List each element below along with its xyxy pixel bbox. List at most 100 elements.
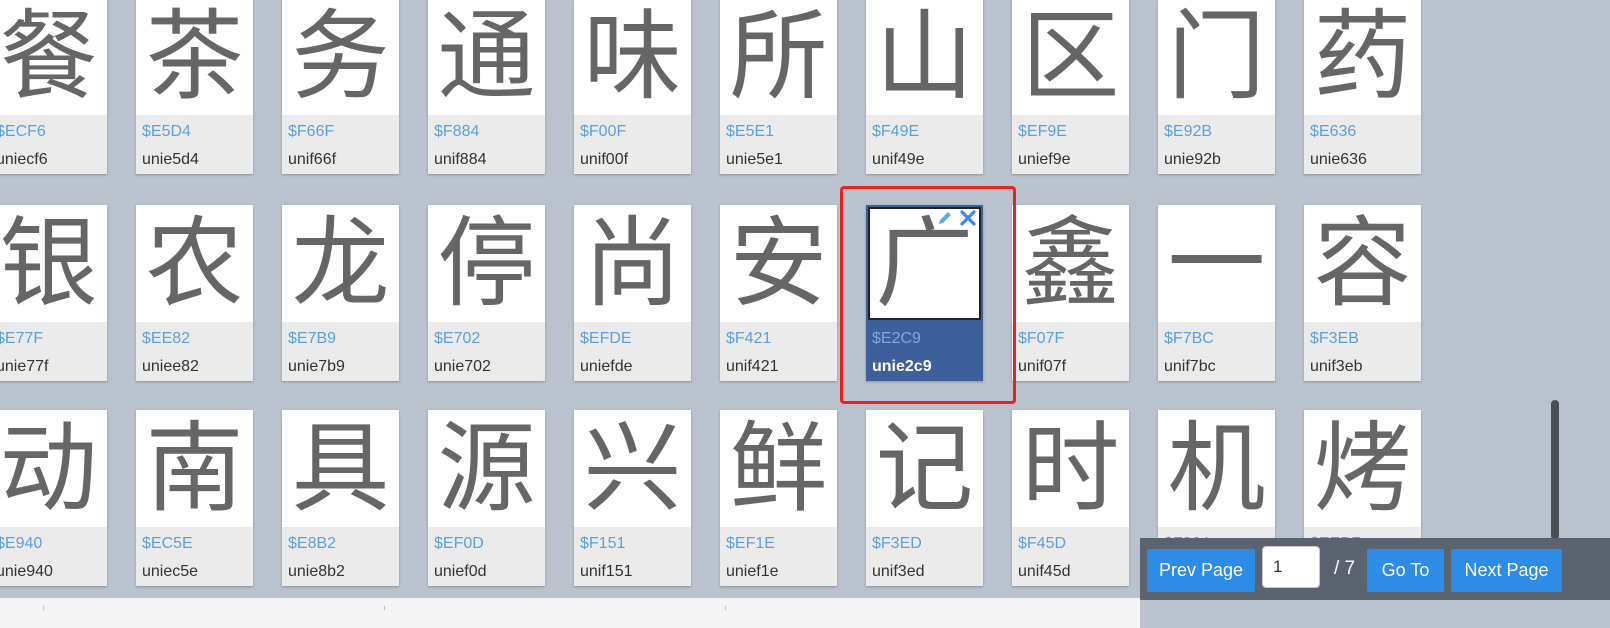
icon-card[interactable]: 安 $F421 unif421 <box>720 205 837 381</box>
icon-card[interactable]: 具 $E8B2 unie8b2 <box>282 410 399 586</box>
glyph-character: 区 <box>1021 0 1120 114</box>
icon-info: $F421 unif421 <box>720 322 837 381</box>
glyph-preview: 烤 <box>1304 410 1421 527</box>
icon-card[interactable]: 餐 $ECF6 uniecf6 <box>0 0 107 174</box>
icon-card[interactable]: 记 $F3ED unif3ed <box>866 410 983 586</box>
icon-info: $F3ED unif3ed <box>866 527 983 586</box>
icon-info: $E5D4 unie5d4 <box>136 115 253 174</box>
icon-grid: 餐 $ECF6 uniecf6 茶 $E5D4 unie5d4 务 $F66F unif66f 通… <box>0 0 1610 628</box>
icon-info: $EFDE uniefde <box>574 322 691 381</box>
icon-info: $E8B2 unie8b2 <box>282 527 399 586</box>
icon-card[interactable]: 源 $EF0D unief0d <box>428 410 545 586</box>
page-number-input[interactable] <box>1262 546 1320 588</box>
icon-card[interactable]: 南 $EC5E uniec5e <box>136 410 253 586</box>
icon-unicode-name: uniee82 <box>142 358 199 375</box>
icon-card[interactable]: 尚 $EFDE uniefde <box>574 205 691 381</box>
icon-info: $E7B9 unie7b9 <box>282 322 399 381</box>
pagination-bar: Prev Page / 7 Go To Next Page <box>1140 538 1610 600</box>
icon-info: $EF9E unief9e <box>1012 115 1129 174</box>
scrollbar-thumb[interactable] <box>1551 400 1559 540</box>
icon-unicode-name: unie702 <box>434 358 491 375</box>
glyph-preview: 兴 <box>574 410 691 527</box>
icon-unicode-name: unie92b <box>1164 151 1221 168</box>
close-icon[interactable] <box>959 209 977 227</box>
icon-code: $E77F <box>0 330 44 347</box>
icon-card[interactable]: 时 $F45D unif45d <box>1012 410 1129 586</box>
glyph-preview: 机 <box>1158 410 1275 527</box>
glyph-preview: 动 <box>0 410 107 527</box>
glyph-character: 时 <box>1021 411 1120 526</box>
prev-page-button[interactable]: Prev Page <box>1147 549 1255 592</box>
icon-card[interactable]: 务 $F66F unif66f <box>282 0 399 174</box>
icon-card[interactable]: 味 $F00F unif00f <box>574 0 691 174</box>
icon-unicode-name: uniecf6 <box>0 151 48 168</box>
glyph-preview: 安 <box>720 205 837 322</box>
go-to-button[interactable]: Go To <box>1367 549 1444 592</box>
pencil-icon[interactable] <box>937 210 953 226</box>
icon-card[interactable]: 一 $F7BC unif7bc <box>1158 205 1275 381</box>
icon-card[interactable]: 茶 $E5D4 unie5d4 <box>136 0 253 174</box>
icon-unicode-name: uniec5e <box>142 563 199 580</box>
icon-card[interactable]: 药 $E636 unie636 <box>1304 0 1421 174</box>
next-page-button[interactable]: Next Page <box>1451 549 1562 592</box>
icon-card[interactable]: 动 $E940 unie940 <box>0 410 107 586</box>
icon-card[interactable]: 兴 $F151 unif151 <box>574 410 691 586</box>
glyph-character: 南 <box>145 411 244 526</box>
icon-card[interactable]: 停 $E702 unie702 <box>428 205 545 381</box>
icon-code: $F884 <box>434 123 480 140</box>
icon-card[interactable]: 龙 $E7B9 unie7b9 <box>282 205 399 381</box>
icon-info: $F07F unif07f <box>1012 322 1129 381</box>
glyph-preview: 容 <box>1304 205 1421 322</box>
icon-card[interactable]: 所 $E5E1 unie5e1 <box>720 0 837 174</box>
icon-unicode-name: unif3ed <box>872 563 925 580</box>
icon-unicode-name: unie7b9 <box>288 358 345 375</box>
glyph-character: 所 <box>729 0 828 114</box>
glyph-character: 通 <box>437 0 536 114</box>
glyph-preview: 餐 <box>0 0 107 115</box>
icon-info: $F45D unif45d <box>1012 527 1129 586</box>
icon-code: $E7B9 <box>288 330 337 347</box>
icon-card[interactable]: 鲜 $EF1E unief1e <box>720 410 837 586</box>
icon-card[interactable]: 容 $F3EB unif3eb <box>1304 205 1421 381</box>
glyph-preview: 所 <box>720 0 837 115</box>
icon-unicode-name: unif151 <box>580 563 633 580</box>
icon-code: $EC5E <box>142 535 193 552</box>
icon-code: $E92B <box>1164 123 1213 140</box>
icon-unicode-name: unie5e1 <box>726 151 783 168</box>
glyph-character: 兴 <box>583 411 682 526</box>
icon-card[interactable]: 区 $EF9E unief9e <box>1012 0 1129 174</box>
icon-unicode-name: unif49e <box>872 151 925 168</box>
icon-info: $E77F unie77f <box>0 322 107 381</box>
icon-card[interactable]: 鑫 $F07F unif07f <box>1012 205 1129 381</box>
icon-code: $F3ED <box>872 535 922 552</box>
icon-info: $E636 unie636 <box>1304 115 1421 174</box>
icon-code: $F45D <box>1018 535 1067 552</box>
icon-info: $E702 unie702 <box>428 322 545 381</box>
icon-unicode-name: unif66f <box>288 151 337 168</box>
icon-card[interactable]: 广 $E2C9 unie2c9 <box>866 205 983 381</box>
glyph-preview: 停 <box>428 205 545 322</box>
icon-code: $EF1E <box>726 535 775 552</box>
icon-code: $F00F <box>580 123 627 140</box>
glyph-preview: 味 <box>574 0 691 115</box>
icon-card[interactable]: 农 $EE82 uniee82 <box>136 205 253 381</box>
icon-info: $F884 unif884 <box>428 115 545 174</box>
icon-info: $EF0D unief0d <box>428 527 545 586</box>
glyph-preview: 区 <box>1012 0 1129 115</box>
glyph-preview: 务 <box>282 0 399 115</box>
icon-unicode-name: unie77f <box>0 358 49 375</box>
icon-card[interactable]: 通 $F884 unif884 <box>428 0 545 174</box>
glyph-preview: 门 <box>1158 0 1275 115</box>
icon-card[interactable]: 银 $E77F unie77f <box>0 205 107 381</box>
glyph-character: 山 <box>875 0 974 114</box>
icon-card[interactable]: 门 $E92B unie92b <box>1158 0 1275 174</box>
icon-code: $F49E <box>872 123 920 140</box>
icon-unicode-name: unif884 <box>434 151 487 168</box>
glyph-preview: 一 <box>1158 205 1275 322</box>
icon-info: $E940 unie940 <box>0 527 107 586</box>
icon-card[interactable]: 山 $F49E unif49e <box>866 0 983 174</box>
icon-unicode-name: unif07f <box>1018 358 1067 375</box>
icon-info: $F49E unif49e <box>866 115 983 174</box>
icon-code: $F7BC <box>1164 330 1214 347</box>
glyph-preview: 尚 <box>574 205 691 322</box>
